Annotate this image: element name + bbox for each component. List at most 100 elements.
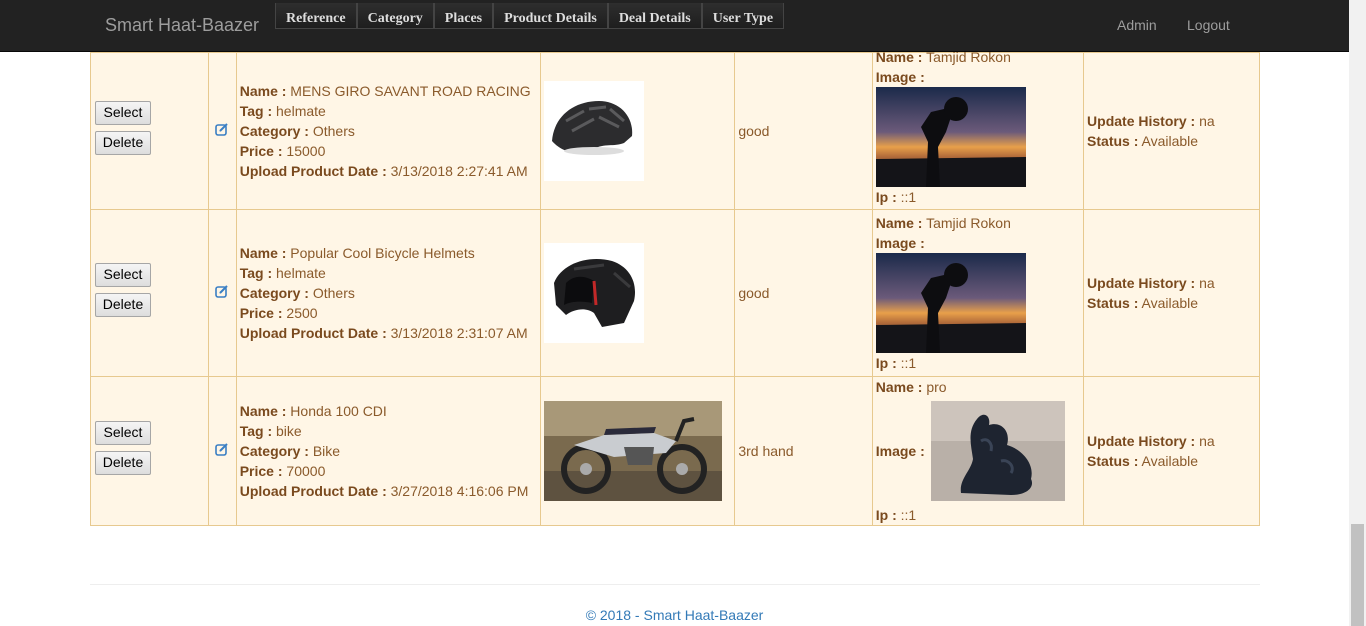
edit-icon[interactable]: [215, 441, 229, 456]
delete-button[interactable]: Delete: [95, 293, 151, 317]
uploader-name-label: Name :: [875, 379, 923, 395]
product-image-helmet: [543, 81, 644, 181]
uploader-cell: Name : Tamjid Rokon Image : Ip : ::1: [871, 209, 1085, 377]
update-history-value: na: [1199, 113, 1215, 129]
product-upload-date: 3/13/2018 2:27:41 AM: [390, 163, 528, 179]
main-menu: Reference Category Places Product Detail…: [275, 3, 785, 29]
delete-button[interactable]: Delete: [95, 451, 151, 475]
ip-label: Ip :: [875, 507, 897, 523]
product-tag: helmate: [276, 265, 326, 281]
price-label: Price :: [239, 143, 283, 159]
name-label: Name :: [239, 83, 287, 99]
upload-date-label: Upload Product Date :: [239, 325, 387, 341]
row-actions-cell: Select Delete: [90, 376, 209, 526]
uploader-image-label: Image :: [875, 443, 925, 459]
category-label: Category :: [239, 123, 309, 139]
menu-item-user-type[interactable]: User Type: [701, 3, 785, 29]
table-row: Select Delete Name : Popular Cool Bicycl…: [90, 209, 1260, 377]
tag-label: Tag :: [239, 103, 273, 119]
brand-link[interactable]: Smart Haat-Baazer: [105, 15, 259, 35]
footer-copyright: © 2018 - Smart Haat-Baazer: [585, 607, 764, 623]
delete-button[interactable]: Delete: [95, 131, 151, 155]
product-info-cell: Name : Popular Cool Bicycle Helmets Tag …: [235, 209, 541, 377]
uploader-image-label: Image :: [875, 69, 925, 85]
status-cell: Update History : na Status : Available: [1083, 376, 1260, 526]
uploader-cell: Name : pro Image : Ip : ::1: [871, 376, 1085, 526]
product-info-cell: Name : Honda 100 CDI Tag : bike Category…: [235, 376, 541, 526]
update-history-label: Update History :: [1087, 433, 1196, 449]
product-image-cell: [539, 209, 736, 377]
uploader-name: pro: [926, 379, 947, 395]
select-button[interactable]: Select: [95, 421, 151, 445]
edit-icon[interactable]: [215, 283, 229, 298]
condition-cell: good: [734, 52, 873, 210]
name-label: Name :: [239, 403, 287, 419]
logout-link[interactable]: Logout: [1187, 17, 1230, 33]
product-table: Select Delete Name : MENS GIRO SAVANT RO…: [90, 49, 1260, 526]
uploader-ip: ::1: [900, 355, 917, 371]
product-upload-date: 3/27/2018 4:16:06 PM: [390, 483, 529, 499]
price-label: Price :: [239, 305, 283, 321]
table-row: Select Delete Name : Honda 100 CDI Tag :…: [90, 376, 1260, 526]
price-label: Price :: [239, 463, 283, 479]
product-image-cell: [539, 376, 736, 526]
product-category: Others: [312, 123, 355, 139]
upload-date-label: Upload Product Date :: [239, 483, 387, 499]
product-upload-date: 3/13/2018 2:31:07 AM: [390, 325, 528, 341]
top-navbar: Smart Haat-Baazer Reference Category Pla…: [0, 0, 1349, 52]
uploader-avatar-image: [875, 253, 1026, 353]
status-value: Available: [1141, 453, 1199, 469]
menu-item-reference[interactable]: Reference: [275, 3, 357, 29]
uploader-avatar-image: [930, 401, 1065, 501]
uploader-cell: Name : Tamjid Rokon Image : Ip : ::1: [871, 49, 1085, 210]
product-name: Popular Cool Bicycle Helmets: [290, 245, 475, 261]
menu-item-deal-details[interactable]: Deal Details: [607, 3, 702, 29]
uploader-avatar-image: [875, 87, 1026, 187]
row-actions-cell: Select Delete: [90, 52, 209, 210]
menu-item-places[interactable]: Places: [433, 3, 494, 29]
product-price: 2500: [286, 305, 318, 321]
product-image-cell: [539, 52, 736, 210]
uploader-name-label: Name :: [875, 215, 923, 231]
uploader-ip: ::1: [900, 189, 917, 205]
admin-link[interactable]: Admin: [1117, 17, 1157, 33]
edit-cell: [207, 52, 237, 210]
product-image-helmet: [543, 243, 644, 343]
product-image-motorbike: [543, 401, 722, 501]
status-cell: Update History : na Status : Available: [1083, 52, 1260, 210]
status-cell: Update History : na Status : Available: [1083, 209, 1260, 377]
product-info-cell: Name : MENS GIRO SAVANT ROAD RACING Tag …: [235, 52, 541, 210]
tag-label: Tag :: [239, 423, 273, 439]
select-button[interactable]: Select: [95, 101, 151, 125]
uploader-ip: ::1: [900, 507, 917, 523]
edit-cell: [207, 209, 237, 377]
tag-label: Tag :: [239, 265, 273, 281]
update-history-label: Update History :: [1087, 113, 1196, 129]
status-label: Status :: [1087, 295, 1139, 311]
product-category: Bike: [312, 443, 341, 459]
row-actions-cell: Select Delete: [90, 209, 209, 377]
category-label: Category :: [239, 285, 309, 301]
edit-cell: [207, 376, 237, 526]
page-scrollbar-thumb[interactable]: [1351, 524, 1364, 626]
product-category: Others: [312, 285, 355, 301]
status-label: Status :: [1087, 453, 1139, 469]
product-price: 70000: [286, 463, 326, 479]
ip-label: Ip :: [875, 355, 897, 371]
product-tag: helmate: [276, 103, 326, 119]
status-value: Available: [1141, 295, 1199, 311]
table-row: Select Delete Name : MENS GIRO SAVANT RO…: [90, 49, 1260, 210]
product-name: Honda 100 CDI: [290, 403, 387, 419]
name-label: Name :: [239, 245, 287, 261]
condition-cell: 3rd hand: [734, 376, 873, 526]
product-tag: bike: [276, 423, 302, 439]
status-value: Available: [1141, 133, 1199, 149]
edit-icon[interactable]: [215, 121, 229, 136]
select-button[interactable]: Select: [95, 263, 151, 287]
product-price: 15000: [286, 143, 326, 159]
update-history-label: Update History :: [1087, 275, 1196, 291]
menu-item-category[interactable]: Category: [356, 3, 434, 29]
uploader-image-label: Image :: [875, 235, 925, 251]
menu-item-product-details[interactable]: Product Details: [493, 3, 608, 29]
update-history-value: na: [1199, 275, 1215, 291]
